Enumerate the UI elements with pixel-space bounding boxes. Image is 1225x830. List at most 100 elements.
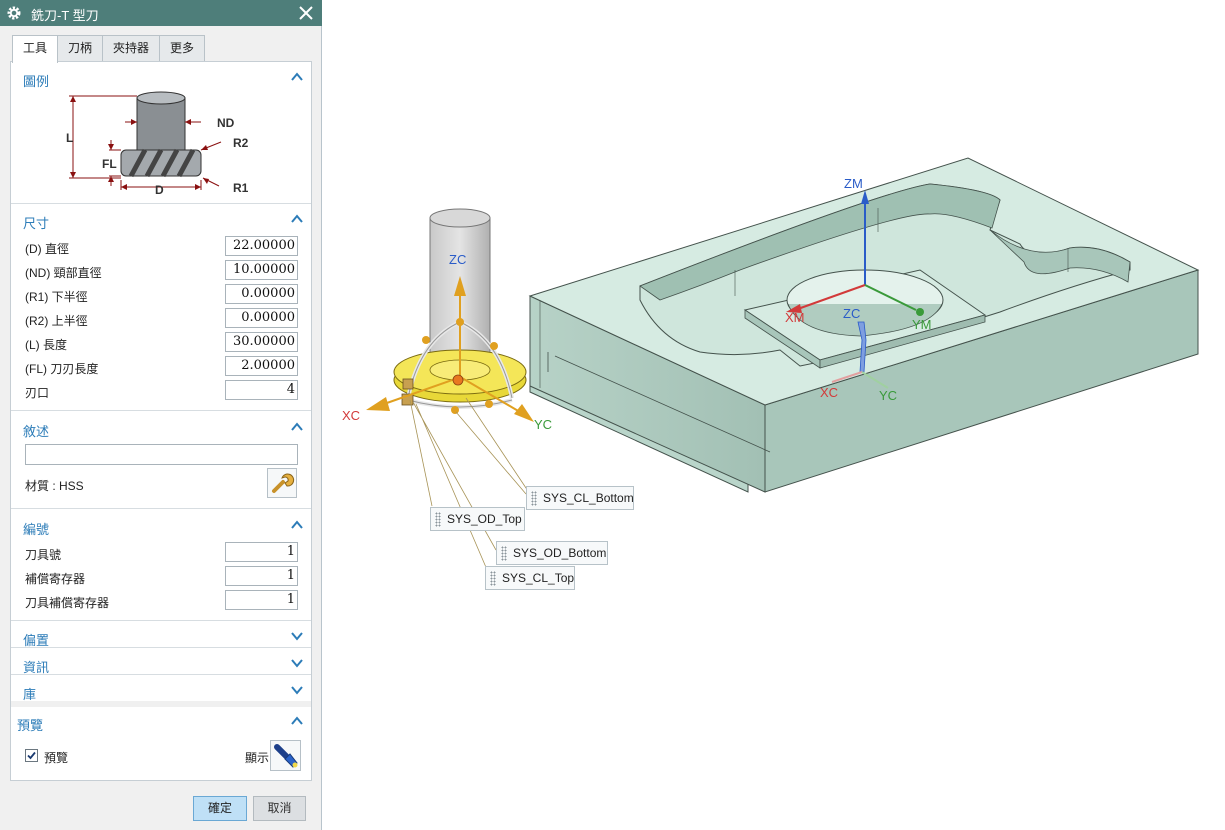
section-dimensions-header[interactable]: 尺寸 (11, 206, 311, 232)
legend-label-fl: FL (102, 157, 117, 171)
drag-grip-icon (531, 491, 537, 506)
drag-grip-icon (501, 546, 507, 561)
adjust-register-label: 補償寄存器 (25, 572, 86, 586)
ok-button[interactable]: 確定 (193, 796, 247, 821)
chevron-up-icon (291, 72, 303, 81)
tag-sys-od-bottom[interactable]: SYS_OD_Bottom (496, 541, 608, 565)
close-icon[interactable] (296, 3, 316, 23)
divider (11, 508, 311, 509)
tool-number-label: 刀具號 (25, 548, 62, 562)
length-input[interactable]: 30.00000 (225, 332, 298, 352)
upper-radius-input[interactable]: 0.00000 (225, 308, 298, 328)
dialog-title: 銑刀-T 型刀 (31, 8, 99, 23)
scene-canvas[interactable]: ZC XC YC ZM XM YM ZC XC YC (323, 0, 1225, 830)
length-label: (L) 長度 (25, 338, 68, 352)
tab-holder-shank[interactable]: 刀柄 (57, 35, 104, 62)
flutes-label: 刃口 (25, 386, 50, 400)
drag-grip-icon (435, 512, 441, 527)
tool-dialog: 銑刀-T 型刀 工具 刀柄 夾持器 更多 圖例 L FL ND R2 D R1 … (0, 0, 322, 830)
material-label: 材質 : HSS (25, 479, 84, 493)
axis-label-zm: ZM (844, 176, 863, 191)
display-label: 顯示 (245, 751, 270, 765)
flutes-input[interactable]: 4 (225, 380, 298, 400)
section-preview-title: 預覽 (17, 718, 44, 733)
axis-label-zc: ZC (449, 252, 466, 267)
tag-sys-cl-top-label: SYS_CL_Top (502, 571, 575, 585)
axis-label-xc-work: XC (820, 385, 838, 400)
material-select-button[interactable] (267, 468, 297, 498)
legend-label-nd: ND (217, 116, 235, 130)
section-preview-header[interactable]: 預覽 (11, 708, 311, 734)
divider (11, 701, 311, 707)
flute-length-label: (FL) 刀刃長度 (25, 362, 99, 376)
cancel-button[interactable]: 取消 (253, 796, 306, 821)
section-legend-title: 圖例 (23, 74, 50, 89)
chevron-down-icon (291, 632, 303, 641)
axis-label-xm: XM (785, 310, 805, 325)
section-numbers-title: 編號 (23, 522, 50, 537)
tag-sys-od-top[interactable]: SYS_OD_Top (430, 507, 525, 531)
divider (11, 203, 311, 204)
tag-sys-od-top-label: SYS_OD_Top (447, 512, 522, 526)
tab-more[interactable]: 更多 (159, 35, 206, 62)
flashlight-icon (274, 744, 298, 768)
diameter-label: (D) 直徑 (25, 242, 69, 256)
diameter-input[interactable]: 22.00000 (225, 236, 298, 256)
tag-sys-cl-bottom-label: SYS_CL_Bottom (543, 491, 634, 505)
graphics-viewport[interactable]: ZC XC YC ZM XM YM ZC XC YC SYS_CL_Bottom… (323, 0, 1225, 830)
tag-sys-od-bottom-label: SYS_OD_Bottom (513, 546, 607, 560)
chevron-up-icon (291, 520, 303, 529)
section-legend-header[interactable]: 圖例 (11, 64, 311, 90)
wrench-icon (272, 473, 295, 493)
cutcom-register-label: 刀具補償寄存器 (25, 596, 110, 610)
chevron-down-icon (291, 659, 303, 668)
preview-checkbox-label: 預覽 (44, 751, 69, 765)
legend-label-r1: R1 (233, 181, 249, 195)
chevron-down-icon (291, 686, 303, 695)
legend-label-d: D (155, 183, 164, 197)
section-offset-header[interactable]: 偏置 (11, 623, 311, 649)
cutcom-register-input[interactable]: 1 (225, 590, 298, 610)
tool-number-input[interactable]: 1 (225, 542, 298, 562)
chevron-up-icon (291, 716, 303, 725)
lower-radius-input[interactable]: 0.00000 (225, 284, 298, 304)
tab-tool[interactable]: 工具 (12, 35, 59, 63)
drag-grip-icon (490, 571, 496, 586)
neck-diameter-label: (ND) 頸部直徑 (25, 266, 102, 280)
section-library-header[interactable]: 庫 (11, 677, 311, 703)
section-description-title: 敘述 (23, 424, 50, 439)
upper-radius-label: (R2) 上半徑 (25, 314, 88, 328)
axis-label-zc-work: ZC (843, 306, 860, 321)
divider (11, 620, 311, 621)
tab-content: 圖例 L FL ND R2 D R1 尺寸 (D) 直徑 22.00000 (N… (10, 61, 312, 781)
legend-label-l: L (66, 131, 73, 145)
tab-bar: 工具 刀柄 夾持器 更多 (12, 35, 206, 63)
flute-length-input[interactable]: 2.00000 (225, 356, 298, 376)
legend-label-r2: R2 (233, 136, 249, 150)
description-input[interactable] (25, 444, 298, 465)
preview-checkbox[interactable] (25, 749, 38, 762)
dialog-titlebar: 銑刀-T 型刀 (0, 0, 322, 26)
tool-legend-diagram: L FL ND R2 D R1 (66, 91, 249, 197)
chevron-up-icon (291, 422, 303, 431)
section-numbers-header[interactable]: 編號 (11, 512, 311, 538)
axis-label-xc: XC (342, 408, 360, 423)
axis-label-yc: YC (534, 417, 552, 432)
divider (11, 647, 311, 648)
adjust-register-input[interactable]: 1 (225, 566, 298, 586)
axis-label-yc-work: YC (879, 388, 897, 403)
tag-sys-cl-top[interactable]: SYS_CL_Top (485, 566, 575, 590)
divider (11, 674, 311, 675)
section-info-header[interactable]: 資訊 (11, 650, 311, 676)
section-description-header[interactable]: 敘述 (11, 414, 311, 440)
tab-holder[interactable]: 夾持器 (102, 35, 161, 62)
tag-sys-cl-bottom[interactable]: SYS_CL_Bottom (526, 486, 634, 510)
gear-icon (7, 6, 21, 20)
chevron-up-icon (291, 214, 303, 223)
checkmark-icon (27, 751, 36, 760)
neck-diameter-input[interactable]: 10.00000 (225, 260, 298, 280)
display-button[interactable] (270, 740, 301, 771)
lower-radius-label: (R1) 下半徑 (25, 290, 88, 304)
axis-label-ym: YM (912, 317, 932, 332)
divider (11, 410, 311, 411)
